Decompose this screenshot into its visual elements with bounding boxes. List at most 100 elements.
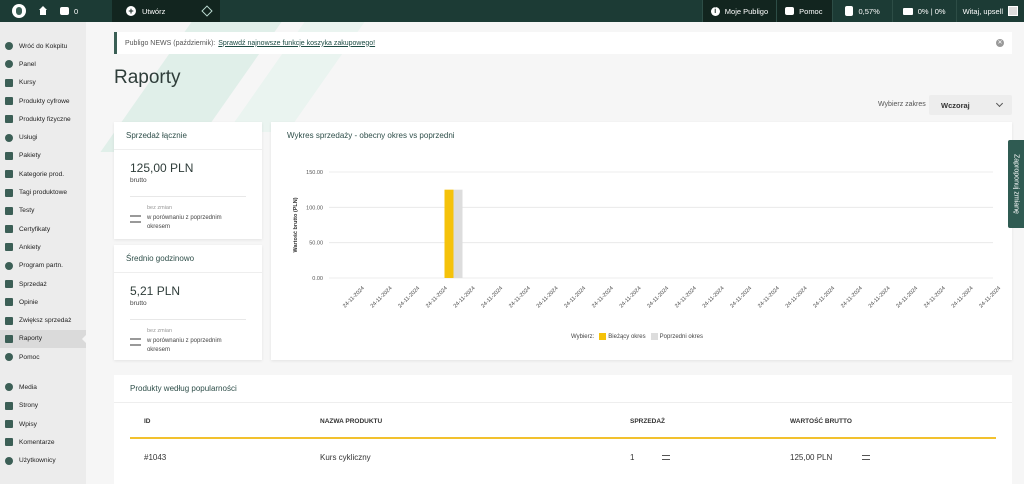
sidebar-item-physical-products[interactable]: Produkty fizyczne	[0, 110, 86, 128]
sales-chart-card: Wykres sprzedaży - obecny okres vs poprz…	[271, 122, 1012, 360]
sidebar-item-label: Testy	[19, 207, 35, 215]
sidebar-item-comments[interactable]: Komentarze	[0, 433, 86, 451]
bar-previous	[453, 189, 463, 278]
speech-bubble-icon	[5, 438, 13, 447]
sidebar-item-label: Kursy	[19, 79, 36, 87]
disk-usage[interactable]: 0,57%	[832, 0, 891, 22]
cell-id: #1043	[144, 453, 167, 462]
x-tick-label: 24-11-2024	[702, 286, 726, 310]
comparison-status: bez zmian	[146, 328, 173, 334]
sidebar-item-panel[interactable]: Panel	[0, 55, 86, 73]
x-tick-label: 24-11-2024	[563, 286, 587, 310]
sidebar-item-services[interactable]: Usługi	[0, 128, 86, 146]
x-tick-label: 24-11-2024	[951, 286, 975, 310]
x-tick-label: 24-11-2024	[978, 286, 1002, 310]
top-bar: 0 + Utwórz i Moje Publigo Pomoc 0,57% 0%…	[0, 0, 1024, 22]
y-tick-label: 50.00	[309, 241, 323, 247]
cell-name: Kurs cykliczny	[320, 453, 371, 462]
table-row: #1043 Kurs cykliczny 1 125,00 PLN	[130, 453, 996, 473]
main-content: Publigo NEWS (październik): Sprawdź najn…	[86, 22, 1024, 484]
sidebar-item-affiliate[interactable]: Program partn.	[0, 257, 86, 275]
pin-icon	[5, 60, 13, 69]
col-sales[interactable]: SPRZEDAŻ	[630, 418, 665, 425]
equals-icon	[862, 455, 870, 460]
cell-value: 125,00 PLN	[790, 453, 833, 462]
col-id[interactable]: ID	[144, 418, 151, 425]
equals-icon	[130, 215, 141, 223]
sidebar-item-label: Produkty fizyczne	[19, 115, 71, 123]
graduation-cap-icon	[5, 78, 13, 87]
equals-icon	[130, 338, 141, 346]
range-select[interactable]: Wczoraj	[929, 95, 1012, 115]
y-tick-label: 100.00	[306, 205, 323, 211]
download-icon	[5, 97, 13, 106]
stat-value: 125,00 PLN	[130, 161, 194, 175]
dollar-icon	[5, 261, 13, 270]
sidebar-item-digital-products[interactable]: Produkty cyfrowe	[0, 92, 86, 110]
x-tick-label: 24-11-2024	[729, 286, 753, 310]
sidebar-item-sales[interactable]: Sprzedaż	[0, 275, 86, 293]
sidebar-item-certificates[interactable]: Certyfikaty	[0, 220, 86, 238]
sidebar-item-back[interactable]: Wróć do Kokpitu	[0, 37, 86, 55]
user-icon	[5, 456, 13, 465]
cell-sales: 1	[630, 453, 635, 462]
sales-total-card: Sprzedaż łącznie 125,00 PLN brutto bez z…	[114, 122, 262, 239]
close-icon[interactable]: ✕	[996, 39, 1004, 47]
hourly-average-card: Średnio godzinowo 5,21 PLN brutto bez zm…	[114, 245, 262, 360]
x-tick-label: 24-11-2024	[785, 286, 809, 310]
logo-button[interactable]	[0, 0, 34, 22]
x-tick-label: 24-11-2024	[370, 286, 394, 310]
notice-link[interactable]: Sprawdź najnowsze funkcje koszyka zakupo…	[218, 40, 375, 47]
sidebar-item-label: Pakiety	[19, 152, 41, 160]
sidebar-item-users[interactable]: Użytkownicy	[0, 452, 86, 470]
col-value[interactable]: WARTOŚĆ BRUTTO	[790, 418, 852, 425]
bar-current	[444, 189, 454, 278]
sidebar-item-categories[interactable]: Kategorie prod.	[0, 165, 86, 183]
sidebar-item-packages[interactable]: Pakiety	[0, 147, 86, 165]
media-icon	[5, 383, 13, 392]
sidebar-item-media[interactable]: Media	[0, 378, 86, 396]
sidebar-item-label: Produkty cyfrowe	[19, 97, 70, 105]
sidebar-item-reports[interactable]: Raporty	[0, 329, 86, 349]
sidebar-item-tests[interactable]: Testy	[0, 202, 86, 220]
legend-previous[interactable]: Poprzedni okres	[650, 333, 704, 341]
sidebar-item-increase-sales[interactable]: Zwiększ sprzedaż	[0, 311, 86, 329]
user-menu[interactable]: Witaj, upsell	[955, 0, 1024, 22]
chart-legend: Wybierz: Bieżący okres Poprzedni okres	[571, 333, 703, 340]
x-tick-label: 24-11-2024	[508, 286, 532, 310]
legend-current[interactable]: Bieżący okres	[599, 333, 646, 340]
stat-value: 5,21 PLN	[130, 284, 181, 298]
suggest-change-tab[interactable]: Zaproponuj zmianę	[1008, 140, 1024, 228]
sidebar-item-reviews[interactable]: Opinie	[0, 293, 86, 311]
video-camera-icon	[902, 7, 913, 15]
sidebar-item-label: Media	[19, 383, 37, 391]
chevron-down-icon	[995, 99, 1004, 108]
help-button[interactable]: Pomoc	[776, 0, 833, 22]
moje-publigo-button[interactable]: i Moje Publigo	[701, 0, 777, 22]
sidebar-item-label: Certyfikaty	[19, 225, 51, 233]
col-name[interactable]: NAZWA PRODUKTU	[320, 418, 382, 425]
sidebar-item-posts[interactable]: Wpisy	[0, 415, 86, 433]
sidebar-item-courses[interactable]: Kursy	[0, 74, 86, 92]
sidebar-item-help[interactable]: Pomoc	[0, 348, 86, 366]
x-tick-label: 24-11-2024	[868, 286, 892, 310]
video-usage[interactable]: 0% | 0%	[891, 0, 956, 22]
sidebar-item-pages[interactable]: Strony	[0, 397, 86, 415]
x-tick-label: 24-11-2024	[536, 286, 560, 310]
info-icon: i	[710, 6, 720, 16]
sidebar-item-tags[interactable]: Tagi produktowe	[0, 183, 86, 201]
help-label: Pomoc	[799, 6, 823, 16]
comments-button[interactable]: 0	[52, 0, 86, 22]
comparison-text: w porównaniu z poprzednim okresem	[146, 338, 222, 353]
box-icon	[5, 115, 13, 124]
sidebar-item-label: Program partn.	[19, 262, 63, 270]
sidebar-item-label: Pomoc	[19, 353, 40, 361]
people-icon	[5, 133, 13, 142]
legend-swatch	[599, 333, 607, 340]
legend-label: Poprzedni okres	[659, 334, 704, 341]
sidebar-item-surveys[interactable]: Ankiety	[0, 238, 86, 256]
certificate-icon	[5, 225, 13, 234]
x-tick-label: 24-11-2024	[453, 286, 477, 310]
sidebar: Wróć do Kokpitu Panel Kursy Produkty cyf…	[0, 22, 86, 484]
